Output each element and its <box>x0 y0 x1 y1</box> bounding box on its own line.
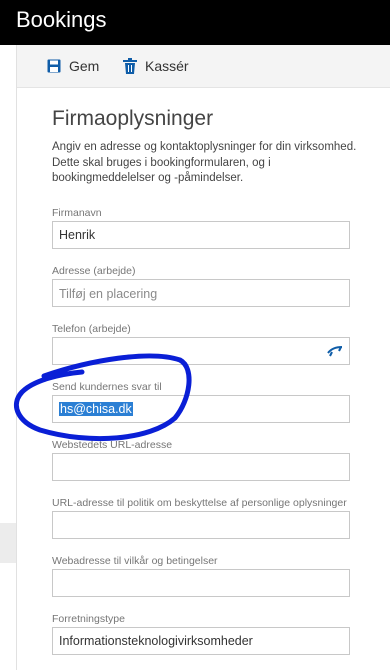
address-field[interactable]: Tilføj en placering <box>52 279 350 307</box>
save-button[interactable]: Gem <box>47 56 99 76</box>
business-type-field[interactable]: Informationsteknologivirksomheder <box>52 627 350 655</box>
privacy-url-field[interactable] <box>52 511 350 539</box>
terms-url-field[interactable] <box>52 569 350 597</box>
company-name-field[interactable]: Henrik <box>52 221 350 249</box>
discard-label: Kassér <box>145 58 189 74</box>
phone-field[interactable] <box>52 337 350 365</box>
company-name-value: Henrik <box>59 228 96 242</box>
company-name-label: Firmanavn <box>52 207 102 219</box>
phone-icon[interactable] <box>327 344 343 358</box>
phone-label: Telefon (arbejde) <box>52 323 131 335</box>
section-title: Firmaoplysninger <box>52 107 214 130</box>
toolbar: Gem Kassér <box>17 45 390 88</box>
terms-url-label: Webadresse til vilkår og betingelser <box>52 555 218 567</box>
section-description: Angiv en adresse og kontaktoplysninger f… <box>52 141 357 184</box>
left-rail <box>0 45 17 670</box>
address-label: Adresse (arbejde) <box>52 265 136 277</box>
business-type-label: Forretningstype <box>52 613 125 625</box>
website-label: Webstedets URL-adresse <box>52 439 173 451</box>
app-title: Bookings <box>16 7 107 32</box>
privacy-url-label: URL-adresse til politik om beskyttelse a… <box>52 497 347 509</box>
reply-to-value: hs@chisa.dk <box>59 402 133 416</box>
save-label: Gem <box>69 58 100 74</box>
website-field[interactable] <box>52 453 350 481</box>
app-bar: Bookings <box>0 0 390 45</box>
save-icon <box>47 59 61 73</box>
reply-to-field[interactable]: hs@chisa.dk <box>52 395 350 423</box>
reply-to-label: Send kundernes svar til <box>52 381 162 393</box>
trash-icon <box>123 58 137 74</box>
business-type-value: Informationsteknologivirksomheder <box>59 634 253 648</box>
address-placeholder: Tilføj en placering <box>59 287 158 301</box>
left-rail-handle[interactable] <box>0 523 16 563</box>
discard-button[interactable]: Kassér <box>123 56 189 76</box>
